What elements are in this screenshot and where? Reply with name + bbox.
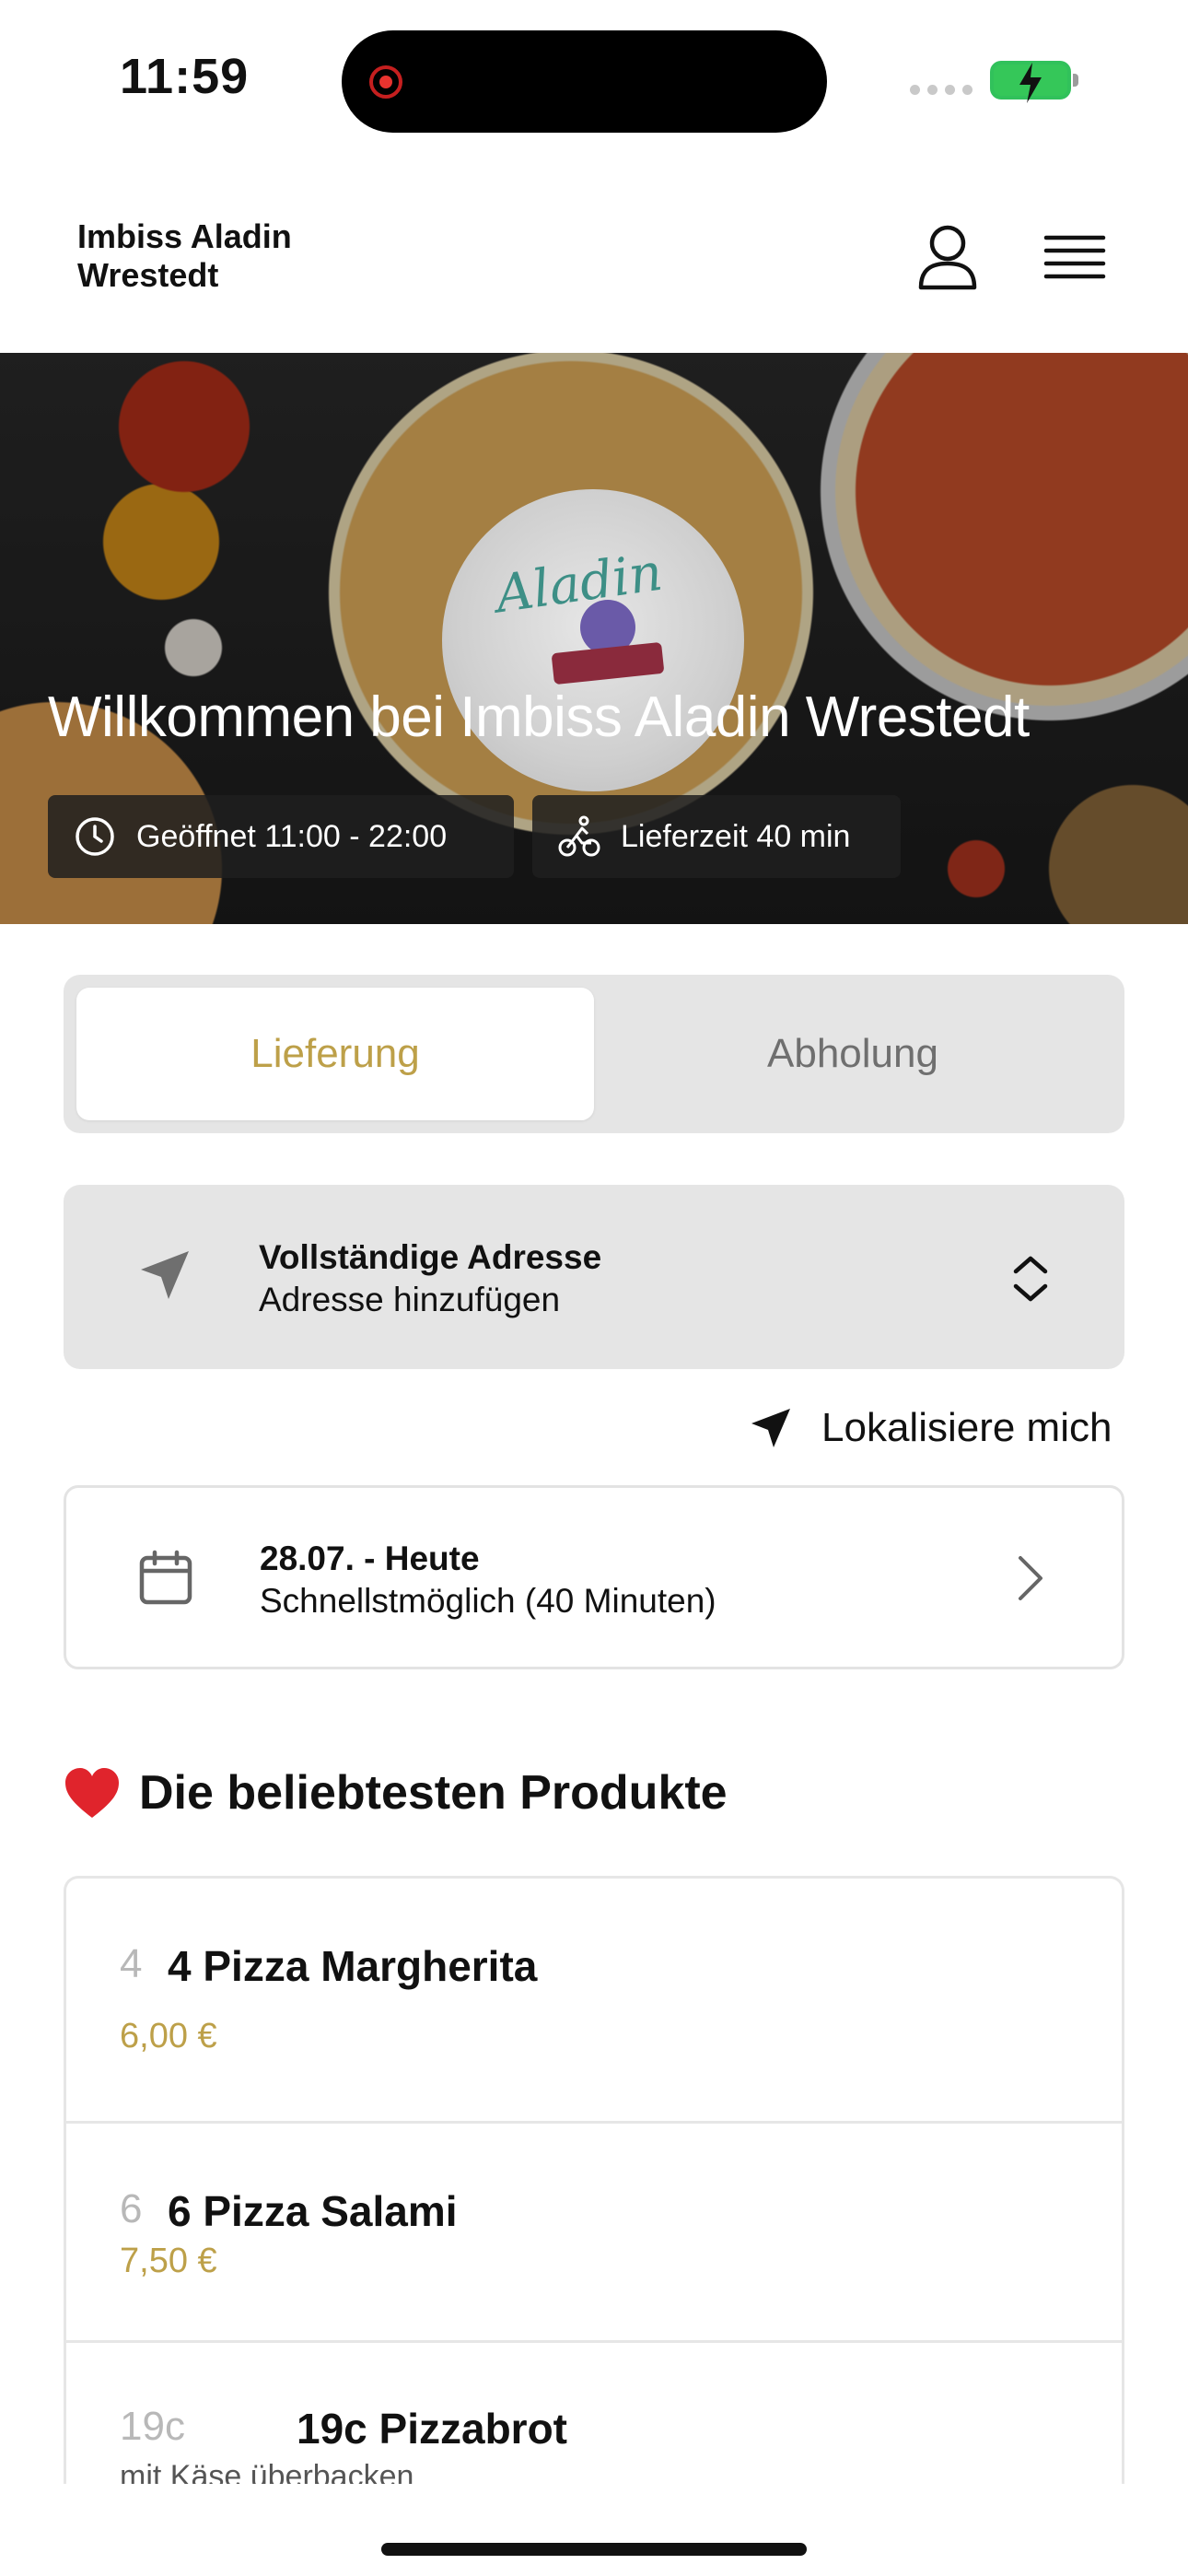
product-name: 4 Pizza Margherita	[168, 1942, 538, 1990]
restaurant-name-line2: Wrestedt	[77, 256, 219, 294]
home-indicator[interactable]	[381, 2543, 807, 2556]
address-subtitle: Adresse hinzufügen	[259, 1281, 561, 1318]
logo-wordmark: Aladin	[492, 542, 667, 626]
menu-button[interactable]	[1039, 228, 1111, 287]
calendar-icon	[139, 1550, 192, 1605]
delivery-time-badge: Lieferzeit 40 min	[532, 795, 901, 878]
popular-products-title: Die beliebtesten Produkte	[139, 1766, 728, 1820]
address-title: Vollständige Adresse	[259, 1238, 602, 1276]
product-number: 19c	[120, 2404, 185, 2449]
product-item[interactable]: 4 4 Pizza Margherita 6,00 €	[66, 1879, 1122, 2124]
product-number: 6	[120, 2186, 143, 2231]
delivery-tab[interactable]: Lieferung	[76, 988, 594, 1120]
product-item[interactable]: 6 6 Pizza Salami 7,50 €	[66, 2124, 1122, 2343]
delivery-date-selector[interactable]: 28.07. - Heute Schnellstmöglich (40 Minu…	[64, 1485, 1124, 1669]
recording-indicator-icon	[369, 65, 402, 99]
chevron-right-icon	[1019, 1556, 1042, 1600]
address-selector[interactable]: Vollständige Adresse Adresse hinzufügen	[64, 1185, 1124, 1369]
locate-me-button[interactable]: Lokalisiere mich	[748, 1400, 1112, 1456]
order-mode-toggle: Lieferung Abholung	[64, 975, 1124, 1133]
locate-me-label: Lokalisiere mich	[821, 1405, 1112, 1450]
hero-banner: Aladin Willkommen bei Imbiss Aladin Wres…	[0, 353, 1188, 924]
location-arrow-icon	[141, 1251, 189, 1299]
welcome-heading: Willkommen bei Imbiss Aladin Wrestedt	[48, 685, 1030, 749]
status-bar: 11:59	[0, 0, 1188, 157]
delivery-time-text: Lieferzeit 40 min	[621, 818, 851, 854]
opening-hours-text: Geöffnet 11:00 - 22:00	[136, 818, 448, 854]
hamburger-menu-icon	[1043, 235, 1106, 279]
location-arrow-icon	[751, 1409, 790, 1447]
cellular-signal-icon	[910, 85, 973, 95]
restaurant-name-line1: Imbiss Aladin	[77, 217, 292, 255]
opening-hours-badge: Geöffnet 11:00 - 22:00	[48, 795, 514, 878]
logo-carpet	[551, 641, 665, 685]
restaurant-name[interactable]: Imbiss Aladin Wrestedt	[77, 217, 427, 295]
product-name: 19c Pizzabrot	[297, 2405, 567, 2453]
product-description: mit Käse überbacken	[120, 2459, 414, 2484]
product-number: 4	[120, 1941, 143, 1986]
pickup-tab[interactable]: Abholung	[594, 988, 1112, 1120]
app-header: Imbiss Aladin Wrestedt	[0, 157, 1188, 354]
clock-icon	[76, 817, 114, 856]
delivery-time-option: Schnellstmöglich (40 Minuten)	[260, 1582, 716, 1620]
account-button[interactable]	[912, 221, 984, 293]
delivery-date: 28.07. - Heute	[260, 1540, 480, 1577]
status-time: 11:59	[120, 49, 250, 104]
product-price: 7,50 €	[120, 2242, 217, 2280]
product-name: 6 Pizza Salami	[168, 2187, 458, 2235]
product-item[interactable]: 19c 19c Pizzabrot mit Käse überbacken	[66, 2343, 1122, 2484]
battery-charging-icon	[990, 61, 1078, 103]
popular-products-list: 4 4 Pizza Margherita 6,00 € 6 6 Pizza Sa…	[64, 1876, 1124, 2484]
heart-icon	[65, 1768, 119, 1818]
chevron-up-down-icon	[1013, 1256, 1048, 1302]
product-price: 6,00 €	[120, 2017, 217, 2055]
user-icon	[918, 225, 977, 290]
bicycle-courier-icon	[558, 815, 600, 857]
popular-products-heading: Die beliebtesten Produkte	[64, 1765, 728, 1821]
dynamic-island	[342, 30, 827, 133]
